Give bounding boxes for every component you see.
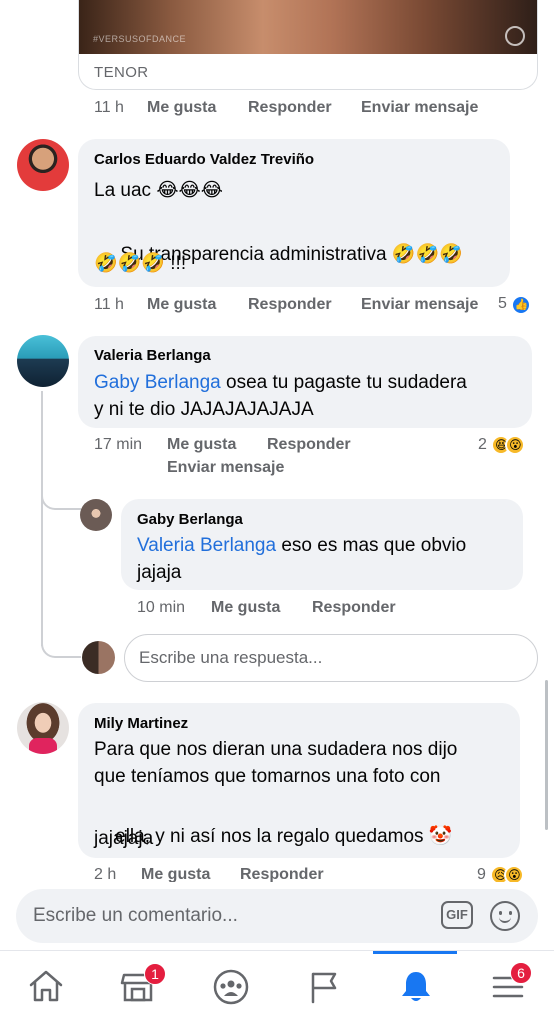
comment-bubble: Valeria Berlanga Gaby Berlanga osea tu p… (78, 336, 532, 428)
comment-actions: 17 min Me gusta Responder Enviar mensaje (94, 436, 394, 482)
comment-text: Para que nos dieran una sudadera nos dij… (94, 739, 458, 760)
comment-text: y ni te dio JAJAJAJAJAJA (94, 399, 314, 420)
notification-badge: 1 (144, 963, 166, 985)
emoji-laugh: 😂😂😂 (156, 179, 223, 201)
tab-home[interactable] (0, 951, 92, 1021)
bell-icon (402, 972, 430, 1001)
emoji-icon[interactable] (490, 901, 520, 931)
emoji-rofl: 🤣🤣🤣 (391, 243, 463, 265)
tab-menu[interactable]: 6 (462, 951, 554, 1021)
like-button[interactable]: Me gusta (167, 436, 236, 454)
reaction-count: 5 (498, 295, 507, 312)
emoji-clown: 🤡 (428, 825, 453, 847)
thread-connector (41, 478, 81, 510)
avatar[interactable] (17, 139, 69, 191)
comment-text-part: ella, y ni así nos la regalo quedamos (115, 826, 429, 847)
gif-watermark: #VERSUSOFDANCE (93, 34, 187, 44)
flag-icon (311, 972, 337, 1004)
groups-icon (213, 969, 249, 1005)
reply-button[interactable]: Responder (267, 436, 351, 454)
comment-text: Gaby Berlanga osea tu pagaste tu sudader… (94, 369, 467, 396)
gif-image[interactable]: #VERSUSOFDANCE (79, 0, 537, 54)
comment-author[interactable]: Valeria Berlanga (94, 347, 211, 364)
tab-pages[interactable] (277, 951, 369, 1021)
scrollbar[interactable] (545, 680, 548, 830)
comment-text: jajaja (137, 562, 182, 583)
comment-text: La uac 😂😂😂 (94, 177, 223, 204)
comment-text-part: eso es mas que obvio (276, 535, 467, 556)
reaction-count: 2 (478, 436, 487, 453)
comment-text: 🤣🤣🤣 !!! (94, 250, 186, 277)
reaction-summary[interactable]: 5 👍 (498, 295, 532, 315)
reaction-count: 9 (477, 866, 486, 883)
comment-author[interactable]: Mily Martinez (94, 715, 188, 732)
tab-notifications[interactable] (370, 951, 462, 1021)
home-icon (29, 970, 63, 1002)
send-message-button[interactable]: Enviar mensaje (167, 459, 284, 477)
reply-bubble: Gaby Berlanga Valeria Berlanga eso es ma… (121, 499, 523, 590)
comment-time: 17 min (94, 436, 143, 453)
comment-text: jajajaja (94, 828, 154, 849)
comment-time: 11 h (94, 296, 124, 313)
reply-button[interactable]: Responder (312, 599, 396, 617)
bottom-tab-bar: 1 6 (0, 950, 554, 1025)
comment-input-placeholder[interactable]: Escribe un comentario... (33, 905, 238, 927)
avatar[interactable] (17, 335, 69, 387)
mention-link[interactable]: Gaby Berlanga (94, 372, 221, 393)
comment-bubble: Carlos Eduardo Valdez Treviño La uac 😂😂😂… (78, 139, 510, 287)
avatar[interactable] (17, 702, 69, 754)
like-icon: 👍 (511, 295, 532, 315)
reply-button[interactable]: Responder (248, 296, 332, 314)
send-message-button[interactable]: Enviar mensaje (361, 296, 478, 314)
comment-text-part: osea tu pagaste tu sudadera (220, 372, 467, 393)
comment-text-part: La uac (94, 180, 157, 201)
comment-actions: 11 h Me gusta Responder Enviar mensaje (94, 296, 534, 316)
comment-text-part: !!! (164, 253, 187, 274)
comment-author[interactable]: Gaby Berlanga (137, 511, 243, 528)
mention-link[interactable]: Valeria Berlanga (137, 535, 276, 556)
comment-time: 11 h (94, 99, 124, 116)
current-user-avatar (82, 641, 115, 674)
gif-attachment[interactable]: #VERSUSOFDANCE TENOR (78, 0, 538, 90)
comment-text: Valeria Berlanga eso es mas que obvio (137, 532, 466, 559)
comment-actions: 11 h Me gusta Responder Enviar mensaje (94, 99, 534, 119)
gif-button[interactable]: GIF (441, 901, 473, 929)
comment-author[interactable]: Carlos Eduardo Valdez Treviño (94, 151, 314, 168)
gif-logo-icon (505, 26, 525, 46)
notification-badge: 6 (510, 962, 532, 984)
reply-button[interactable]: Responder (248, 99, 332, 117)
tab-marketplace[interactable]: 1 (92, 951, 184, 1021)
like-button[interactable]: Me gusta (147, 296, 216, 314)
send-message-button[interactable]: Enviar mensaje (361, 99, 478, 117)
emoji-rofl: 🤣🤣🤣 (94, 252, 165, 274)
reply-input[interactable]: Escribe una respuesta... (124, 634, 538, 682)
like-button[interactable]: Me gusta (147, 99, 216, 117)
thread-line (41, 391, 43, 646)
tab-groups[interactable] (185, 951, 277, 1021)
avatar[interactable] (80, 499, 112, 531)
comment-time: 10 min (137, 599, 186, 616)
comment-text: que teníamos que tomarnos una foto con (94, 766, 441, 787)
reaction-summary[interactable]: 2 😆😮 (478, 435, 526, 455)
gif-source-label: TENOR (94, 64, 149, 81)
comment-actions: 10 min Me gusta Responder (137, 599, 437, 619)
comment-bubble: Mily Martinez Para que nos dieran una su… (78, 703, 520, 858)
wow-icon: 😮 (505, 435, 526, 455)
thread-connector (41, 626, 81, 658)
like-button[interactable]: Me gusta (211, 599, 280, 617)
